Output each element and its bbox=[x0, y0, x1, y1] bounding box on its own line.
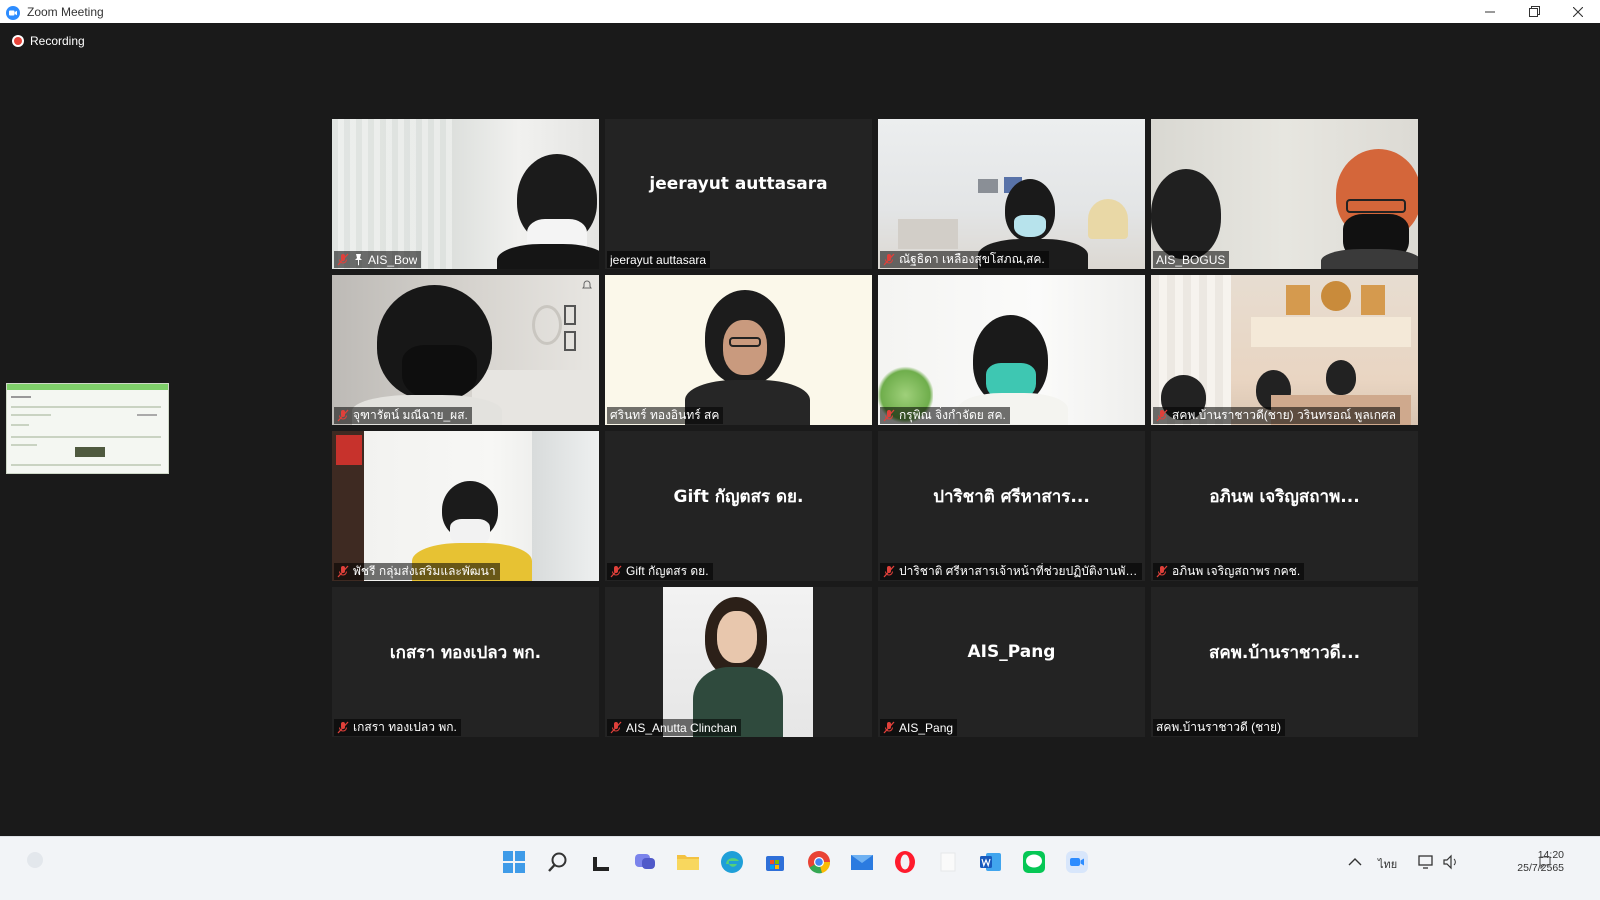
mic-muted-icon bbox=[883, 565, 895, 578]
chevron-up-icon[interactable] bbox=[1342, 849, 1368, 875]
participant-video bbox=[1151, 119, 1418, 269]
store-icon[interactable] bbox=[762, 849, 788, 875]
participant-tile[interactable]: AIS_Anutta Clinchan bbox=[605, 587, 872, 737]
participant-label: AIS_Pang bbox=[880, 719, 958, 736]
task-view-icon[interactable] bbox=[588, 849, 614, 875]
shared-screen-thumbnail[interactable] bbox=[6, 383, 169, 474]
participant-tile[interactable]: สคพ.บ้านราชาวดี... สคพ.บ้านราชาวดี (ชาย) bbox=[1151, 587, 1418, 737]
mic-muted-icon bbox=[610, 721, 622, 734]
participant-label: AIS_Bow bbox=[334, 251, 422, 268]
participant-tile[interactable]: AIS_Pang AIS_Pang bbox=[878, 587, 1145, 737]
notepad-icon[interactable] bbox=[935, 849, 961, 875]
gallery-grid: AIS_Bow jeerayut auttasara jeerayut autt… bbox=[332, 119, 1418, 739]
participant-label: Gift กัญตสร ดย. bbox=[607, 563, 713, 580]
mic-muted-icon bbox=[1156, 409, 1168, 422]
zoom-taskbar-icon[interactable] bbox=[1064, 849, 1090, 875]
maximize-button[interactable] bbox=[1512, 0, 1556, 23]
mic-muted-icon bbox=[1156, 565, 1168, 578]
participant-tile[interactable]: AIS_BOGUS bbox=[1151, 119, 1418, 269]
participant-label: สคพ.บ้านราชาวดี (ชาย) bbox=[1153, 719, 1285, 736]
participant-label: jeerayut auttasara bbox=[607, 251, 711, 268]
chat-icon[interactable] bbox=[632, 849, 658, 875]
participant-video bbox=[332, 119, 599, 269]
zoom-icon bbox=[6, 5, 20, 20]
participant-tile[interactable]: Gift กัญตสร ดย. Gift กัญตสร ดย. bbox=[605, 431, 872, 581]
mic-muted-icon bbox=[337, 253, 349, 266]
recording-label: Recording bbox=[30, 34, 85, 48]
participant-label: จุฑารัตน์ มณีฉาย_ผส. bbox=[334, 407, 472, 424]
word-icon[interactable] bbox=[978, 849, 1004, 875]
mic-muted-icon bbox=[610, 565, 622, 578]
taskbar: ไทย 14:20 25/7/2565 bbox=[0, 836, 1600, 900]
mic-muted-icon bbox=[337, 409, 349, 422]
participant-tile-active-speaker[interactable]: ศรินทร์ ทองอินทร์ สค bbox=[605, 275, 872, 425]
participant-tile[interactable]: กรุพิณ จิ่งกำจัดย สค. bbox=[878, 275, 1145, 425]
participant-tile[interactable]: ปาริชาติ ศรีหาสาร... ปาริชาติ ศรีหาสารเจ… bbox=[878, 431, 1145, 581]
participant-label: ณัฐธิดา เหลืองสุขโสภณ,สค. bbox=[880, 251, 1049, 268]
participant-video bbox=[605, 587, 872, 737]
participant-label: ศรินทร์ ทองอินทร์ สค bbox=[607, 407, 724, 424]
participant-tile[interactable]: AIS_Bow bbox=[332, 119, 599, 269]
participant-name: สคพ.บ้านราชาวดี... bbox=[1208, 642, 1361, 663]
network-icon[interactable] bbox=[1414, 849, 1440, 875]
participant-tile[interactable]: jeerayut auttasara jeerayut auttasara bbox=[605, 119, 872, 269]
widgets-icon[interactable] bbox=[22, 847, 48, 873]
mic-muted-icon bbox=[883, 253, 895, 266]
participant-tile[interactable]: อภินพ เจริญสถาพ... อภินพ เจริญสถาพร กคช. bbox=[1151, 431, 1418, 581]
file-explorer-icon[interactable] bbox=[675, 849, 701, 875]
notification-icon[interactable] bbox=[1532, 849, 1558, 875]
window-title: Zoom Meeting bbox=[27, 4, 104, 19]
maximize-icon bbox=[1528, 6, 1540, 17]
participant-name: AIS_Pang bbox=[967, 642, 1056, 662]
participant-tile[interactable]: เกสรา ทองเปลว พก. เกสรา ทองเปลว พก. bbox=[332, 587, 599, 737]
participant-name: เกสรา ทองเปลว พก. bbox=[389, 642, 542, 663]
mic-muted-icon bbox=[883, 721, 895, 734]
window-titlebar: Zoom Meeting bbox=[0, 0, 1600, 23]
participant-name: Gift กัญตสร ดย. bbox=[673, 486, 804, 507]
participant-video bbox=[1151, 275, 1418, 425]
participant-tile[interactable]: พัชรี กลุ่มส่งเสริมและพัฒนา bbox=[332, 431, 599, 581]
line-icon[interactable] bbox=[1021, 849, 1047, 875]
participant-label: พัชรี กลุ่มส่งเสริมและพัฒนา bbox=[334, 563, 500, 580]
close-button[interactable] bbox=[1556, 0, 1600, 23]
opera-icon[interactable] bbox=[892, 849, 918, 875]
volume-icon[interactable] bbox=[1438, 849, 1464, 875]
participant-name: ปาริชาติ ศรีหาสาร... bbox=[933, 486, 1090, 507]
bell-icon bbox=[582, 280, 592, 289]
participant-label: สคพ.บ้านราชาวดี(ชาย) วรินทรอณ์ พูลเกศล bbox=[1153, 407, 1401, 424]
participant-video bbox=[332, 431, 599, 581]
participant-label: กรุพิณ จิ่งกำจัดย สค. bbox=[880, 407, 1010, 424]
minimize-icon bbox=[1485, 11, 1495, 12]
participant-video bbox=[878, 275, 1145, 425]
search-icon[interactable] bbox=[545, 849, 571, 875]
language-indicator[interactable]: ไทย bbox=[1378, 855, 1397, 873]
participant-video bbox=[332, 275, 599, 425]
participant-tile[interactable]: สคพ.บ้านราชาวดี(ชาย) วรินทรอณ์ พูลเกศล bbox=[1151, 275, 1418, 425]
mail-icon[interactable] bbox=[849, 849, 875, 875]
participant-label: อภินพ เจริญสถาพร กคช. bbox=[1153, 563, 1305, 580]
participant-name: อภินพ เจริญสถาพ... bbox=[1209, 486, 1360, 507]
edge-icon[interactable] bbox=[719, 849, 745, 875]
participant-video bbox=[878, 119, 1145, 269]
minimize-button[interactable] bbox=[1468, 0, 1512, 23]
recording-indicator[interactable]: Recording bbox=[12, 34, 85, 48]
participant-label: ปาริชาติ ศรีหาสารเจ้าหน้าที่ช่วยปฏิบัติง… bbox=[880, 563, 1142, 580]
participant-tile[interactable]: ณัฐธิดา เหลืองสุขโสภณ,สค. bbox=[878, 119, 1145, 269]
mic-muted-icon bbox=[883, 409, 895, 422]
chrome-icon[interactable] bbox=[806, 849, 832, 875]
close-icon bbox=[1573, 6, 1583, 17]
pin-icon bbox=[355, 254, 362, 266]
participant-name: jeerayut auttasara bbox=[649, 174, 828, 194]
participant-tile[interactable]: จุฑารัตน์ มณีฉาย_ผส. bbox=[332, 275, 599, 425]
recording-icon bbox=[12, 35, 24, 47]
participant-label: AIS_Anutta Clinchan bbox=[607, 719, 741, 736]
participant-video bbox=[605, 275, 872, 425]
participant-label: เกสรา ทองเปลว พก. bbox=[334, 719, 461, 736]
participant-label: AIS_BOGUS bbox=[1153, 251, 1230, 268]
windows-start-icon[interactable] bbox=[501, 849, 527, 875]
mic-muted-icon bbox=[337, 721, 349, 734]
mic-muted-icon bbox=[337, 565, 349, 578]
